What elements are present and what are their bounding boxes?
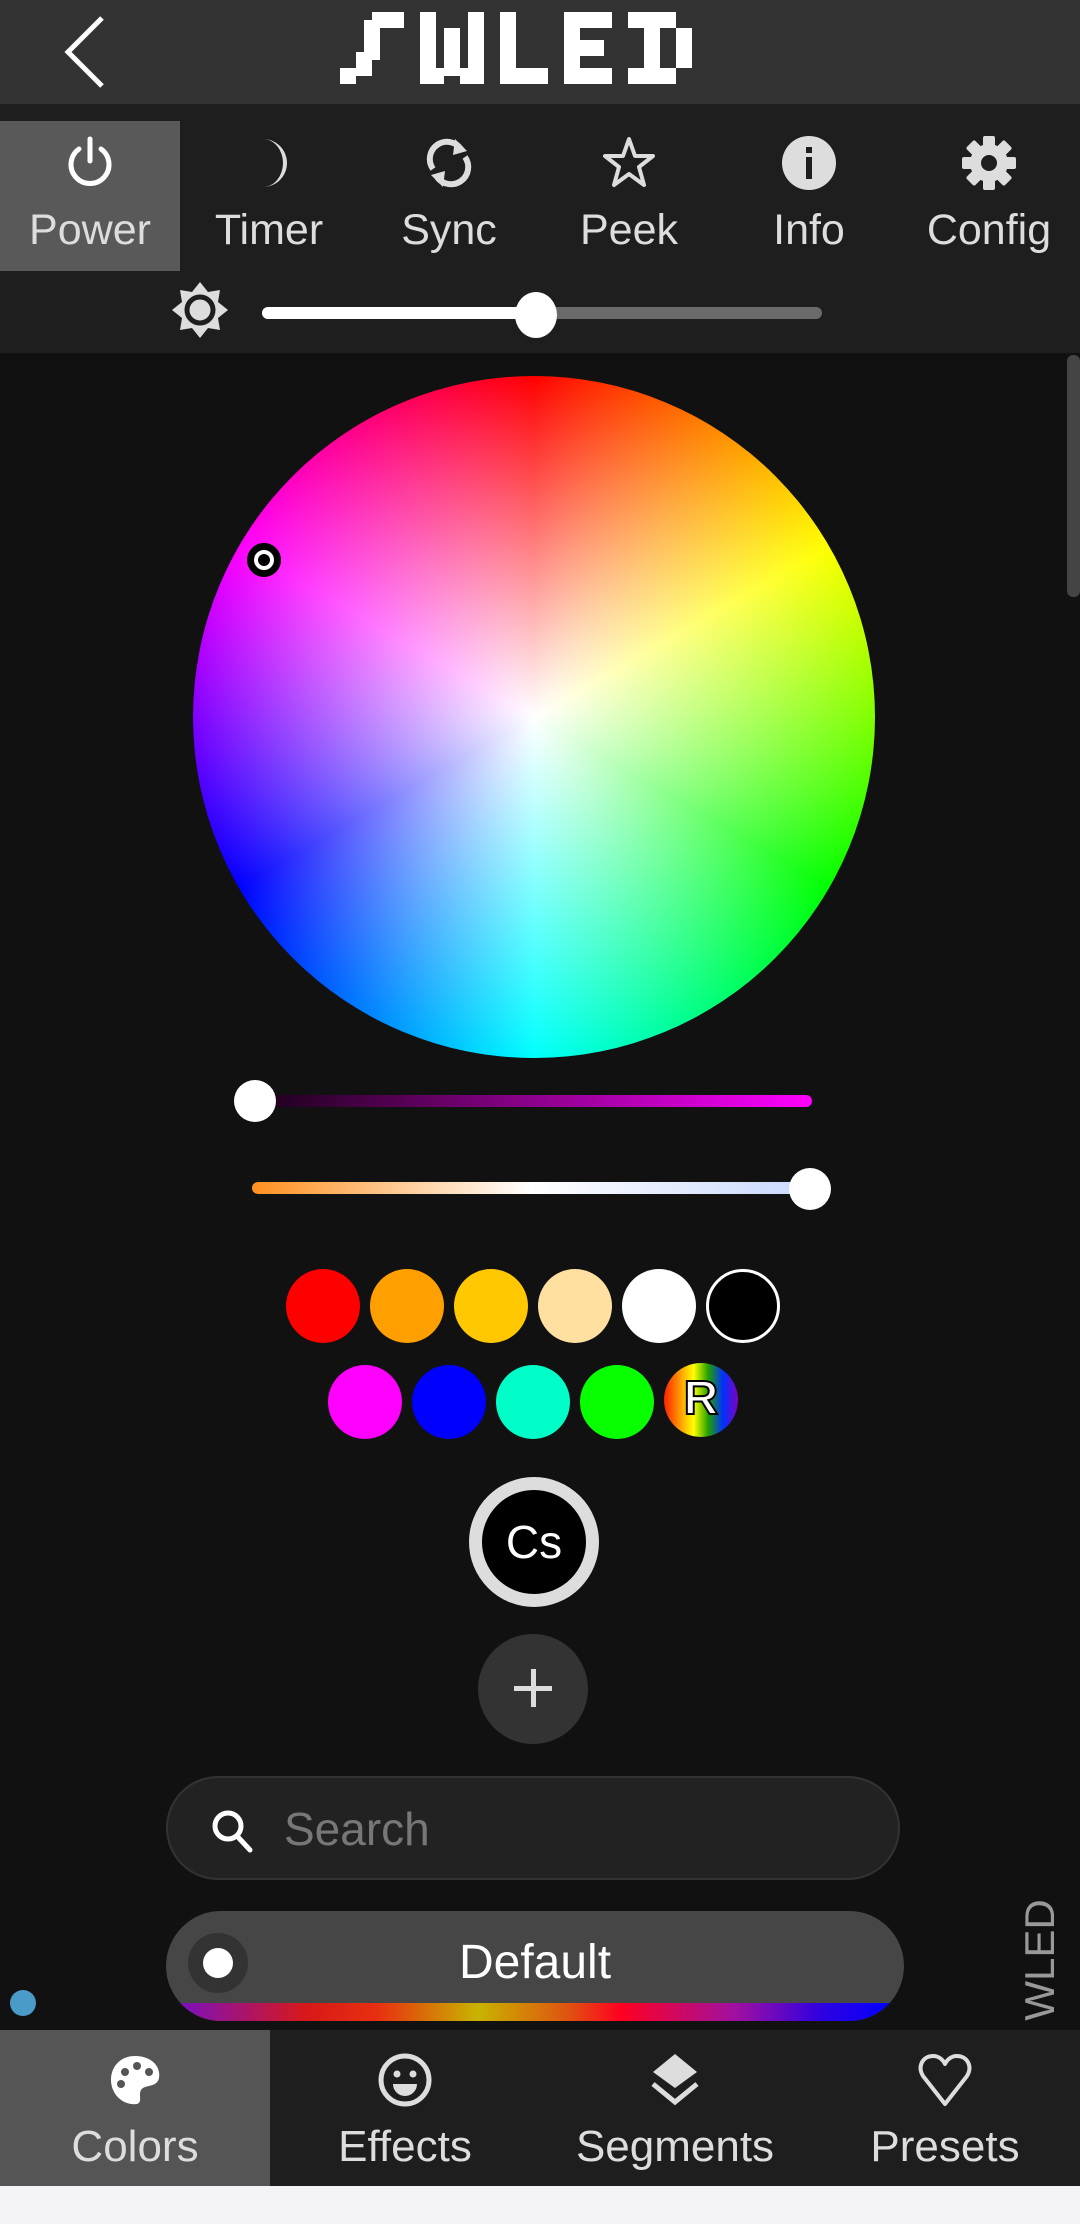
swatch-random[interactable]: R bbox=[664, 1363, 738, 1437]
tab-label: Timer bbox=[214, 206, 324, 254]
connection-status-dot bbox=[10, 1990, 36, 2016]
top-tab-bar: Power Timer Sync Peek Info Config bbox=[0, 104, 1080, 353]
tab-config[interactable]: Config bbox=[899, 121, 1079, 271]
value-slider-track[interactable] bbox=[255, 1095, 812, 1107]
scrollbar[interactable] bbox=[1067, 355, 1080, 597]
search-icon bbox=[212, 1810, 253, 1853]
nav-label: Presets bbox=[870, 2122, 1020, 2171]
palette-name: Default bbox=[458, 1936, 612, 1989]
brightness-slider-thumb[interactable] bbox=[515, 292, 558, 338]
swatch-green[interactable] bbox=[580, 1365, 654, 1439]
swatch-orange[interactable] bbox=[370, 1269, 444, 1343]
tab-label: Peek bbox=[579, 206, 678, 254]
cct-slider-thumb[interactable] bbox=[789, 1168, 831, 1210]
tab-label: Info bbox=[773, 206, 845, 254]
swatch-blue[interactable] bbox=[412, 1365, 486, 1439]
header: WLED bbox=[0, 0, 1080, 104]
swatch-white[interactable] bbox=[622, 1269, 696, 1343]
nav-segments[interactable]: Segments bbox=[540, 2030, 810, 2186]
swatch-magenta[interactable] bbox=[328, 1365, 402, 1439]
nav-label: Colors bbox=[71, 2122, 199, 2171]
side-brand-text: WLED bbox=[1016, 1899, 1063, 2021]
gear-icon bbox=[962, 136, 1016, 190]
heart-icon bbox=[918, 2054, 972, 2106]
tab-power[interactable]: Power bbox=[0, 121, 180, 271]
palette-item-default[interactable]: Default bbox=[166, 1911, 904, 2021]
random-label: R bbox=[683, 1372, 720, 1426]
nav-effects[interactable]: Effects bbox=[270, 2030, 540, 2186]
tab-peek[interactable]: Peek bbox=[539, 121, 719, 271]
info-icon bbox=[782, 136, 836, 190]
color-slot-label: Cs bbox=[505, 1516, 563, 1568]
tab-timer[interactable]: Timer bbox=[179, 121, 359, 271]
color-wheel-handle[interactable] bbox=[247, 543, 281, 577]
tab-info[interactable]: Info bbox=[719, 121, 899, 271]
color-wheel[interactable] bbox=[193, 376, 875, 1058]
value-slider-thumb[interactable] bbox=[234, 1080, 276, 1122]
tab-label: Sync bbox=[401, 206, 497, 254]
plus-icon bbox=[514, 1669, 552, 1707]
search-input[interactable] bbox=[282, 1796, 866, 1862]
smiley-icon bbox=[378, 2053, 432, 2107]
swatch-amber[interactable] bbox=[454, 1269, 528, 1343]
palette-preview-gradient bbox=[178, 2003, 892, 2021]
brightness-slider-fill bbox=[262, 307, 537, 319]
palette-search bbox=[166, 1776, 900, 1880]
swatch-warm-white[interactable] bbox=[538, 1269, 612, 1343]
brightness-icon bbox=[172, 282, 228, 338]
bottom-nav: Colors Effects Segments Presets bbox=[0, 2030, 1080, 2186]
swatch-black[interactable] bbox=[706, 1269, 780, 1343]
tab-label: Config bbox=[926, 206, 1052, 254]
moon-icon bbox=[263, 139, 287, 187]
nav-label: Effects bbox=[338, 2122, 472, 2171]
color-slot-button[interactable]: Cs bbox=[469, 1477, 599, 1607]
add-color-button[interactable] bbox=[478, 1634, 588, 1744]
nav-label: Segments bbox=[575, 2122, 775, 2171]
chevron-left-icon[interactable] bbox=[58, 14, 118, 90]
nav-presets[interactable]: Presets bbox=[810, 2030, 1080, 2186]
sync-icon bbox=[426, 138, 472, 188]
brightness-row bbox=[0, 264, 1080, 354]
power-icon bbox=[68, 136, 112, 186]
swatch-red[interactable] bbox=[286, 1269, 360, 1343]
tab-sync[interactable]: Sync bbox=[359, 121, 539, 271]
cct-slider-track[interactable] bbox=[252, 1182, 810, 1194]
swatch-cyan[interactable] bbox=[496, 1365, 570, 1439]
layers-icon bbox=[651, 2054, 699, 2106]
side-brand-label: WLED bbox=[1010, 1899, 1070, 2020]
palette-icon bbox=[111, 2056, 160, 2105]
star-icon bbox=[603, 137, 655, 187]
nav-colors[interactable]: Colors bbox=[0, 2030, 270, 2186]
wled-app: WLED Power bbox=[0, 0, 1080, 2186]
tab-label: Power bbox=[29, 206, 151, 254]
wled-logo: WLED bbox=[340, 12, 692, 84]
